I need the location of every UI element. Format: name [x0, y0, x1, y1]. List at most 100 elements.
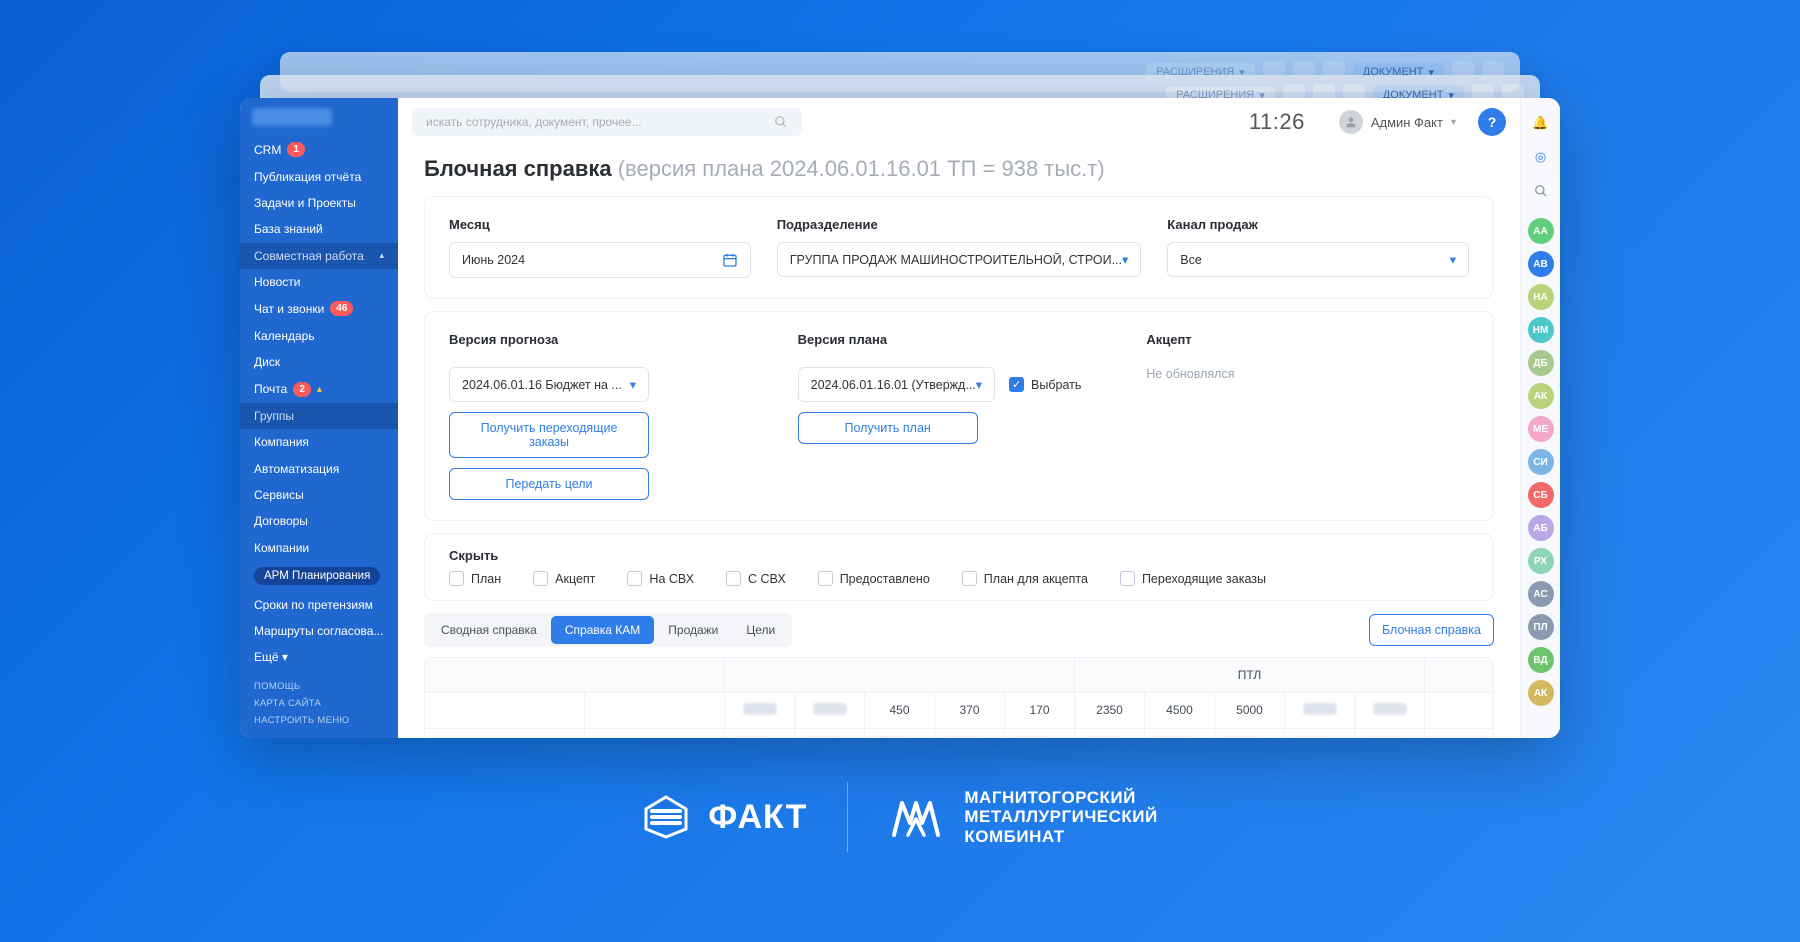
help-button[interactable]: ?: [1478, 108, 1506, 136]
main-window: CRM1Публикация отчётаЗадачи и ПроектыБаз…: [240, 98, 1560, 738]
sidebar-footer-link[interactable]: КАРТА САЙТА: [254, 698, 384, 709]
sidebar-item-9[interactable]: Почта2▴: [240, 375, 398, 402]
hide-opt-6[interactable]: Переходящие заказы: [1120, 571, 1266, 586]
sidebar-item-4[interactable]: Совместная работа▴: [240, 243, 398, 269]
sidebar-item-15[interactable]: Компании: [240, 535, 398, 561]
sidebar-item-8[interactable]: Диск: [240, 349, 398, 375]
sidebar-footer-link[interactable]: ПОМОЩЬ: [254, 681, 384, 692]
rail-avatar[interactable]: АК: [1528, 680, 1554, 706]
hide-opt-4[interactable]: Предоставлено: [818, 571, 930, 586]
rail-avatar[interactable]: АА: [1528, 218, 1554, 244]
plan-label: Версия плана: [798, 332, 1121, 347]
month-select[interactable]: Июнь 2024: [449, 242, 751, 278]
tab-3[interactable]: Цели: [732, 616, 789, 644]
col-header: 5000: [1215, 693, 1285, 728]
sidebar-item-5[interactable]: Новости: [240, 269, 398, 295]
get-plan-button[interactable]: Получить план: [798, 412, 978, 444]
hide-opt-0[interactable]: План: [449, 571, 501, 586]
col-header: 4500: [1145, 693, 1215, 728]
hide-opt-3[interactable]: С СВХ: [726, 571, 786, 586]
sidebar-item-10[interactable]: Группы: [240, 403, 398, 429]
send-goals-button[interactable]: Передать цели: [449, 468, 649, 500]
sidebar-item-2[interactable]: Задачи и Проекты: [240, 190, 398, 216]
plan-select[interactable]: 2024.06.01.16.01 (Утвержд... ▾: [798, 367, 995, 402]
sidebar-item-18[interactable]: Маршруты согласова...: [240, 618, 398, 644]
fact-logo-icon: [642, 793, 690, 841]
hide-opt-1[interactable]: Акцепт: [533, 571, 595, 586]
rail-notifications-icon[interactable]: 🔔: [1528, 110, 1554, 136]
sidebar-item-17[interactable]: Сроки по претензиям: [240, 591, 398, 617]
tab-0[interactable]: Сводная справка: [427, 616, 551, 644]
forecast-label: Версия прогноза: [449, 332, 772, 347]
sidebar-item-16[interactable]: АРМ Планирования: [240, 561, 398, 591]
calendar-icon: [722, 252, 738, 268]
avatar-icon: [1339, 110, 1363, 134]
rail-avatar[interactable]: ПЛ: [1528, 614, 1554, 640]
channel-label: Канал продаж: [1167, 217, 1469, 232]
forecast-select[interactable]: 2024.06.01.16 Бюджет на ... ▾: [449, 367, 649, 402]
sidebar-item-12[interactable]: Автоматизация: [240, 456, 398, 482]
hide-opt-2[interactable]: На СВХ: [627, 571, 694, 586]
sidebar-item-13[interactable]: Сервисы: [240, 482, 398, 508]
logo-blurred: [252, 108, 332, 126]
content-area: искать сотрудника, документ, прочее... 1…: [398, 98, 1560, 738]
sidebar-item-6[interactable]: Чат и звонки46: [240, 295, 398, 322]
sidebar-item-1[interactable]: Публикация отчёта: [240, 163, 398, 189]
sidebar: CRM1Публикация отчётаЗадачи и ПроектыБаз…: [240, 98, 398, 738]
rail-search-icon[interactable]: [1528, 178, 1554, 204]
filters-card-2: Версия прогноза 2024.06.01.16 Бюджет на …: [424, 311, 1494, 521]
chevron-down-icon: ▾: [1450, 252, 1456, 267]
tab-2[interactable]: Продажи: [654, 616, 732, 644]
rail-avatar[interactable]: НМ: [1528, 317, 1554, 343]
rail-target-icon[interactable]: ◎: [1528, 144, 1554, 170]
rail-avatar[interactable]: АК: [1528, 383, 1554, 409]
rail-avatar[interactable]: АС: [1528, 581, 1554, 607]
hide-card: Скрыть ПланАкцептНа СВХС СВХПредоставлен…: [424, 533, 1494, 601]
sidebar-item-7[interactable]: Календарь: [240, 323, 398, 349]
fact-brand-text: ФАКТ: [708, 798, 807, 837]
mmk-brand-text: МАГНИТОГОРСКИЙ МЕТАЛЛУРГИЧЕСКИЙ КОМБИНАТ: [964, 788, 1157, 847]
select-checkbox[interactable]: ✓Выбрать: [1009, 377, 1081, 392]
rail-avatar[interactable]: СИ: [1528, 449, 1554, 475]
page-title: Блочная справка (версия плана 2024.06.01…: [424, 156, 1494, 182]
sidebar-item-3[interactable]: База знаний: [240, 216, 398, 242]
data-table: ПТЛ 450370170235045005000 Каналы продажК…: [424, 657, 1494, 738]
rail-avatar[interactable]: РХ: [1528, 548, 1554, 574]
accept-value: Не обновлялся: [1146, 367, 1469, 381]
row-header: Категории прогноза: [585, 729, 725, 738]
sidebar-footer-link[interactable]: НАСТРОИТЬ МЕНЮ: [254, 715, 384, 726]
accept-label: Акцепт: [1146, 332, 1469, 347]
rail-avatar[interactable]: МЕ: [1528, 416, 1554, 442]
clock: 11:26: [1249, 109, 1305, 135]
mmk-logo-icon: [888, 789, 944, 845]
rail-avatar[interactable]: ВД: [1528, 647, 1554, 673]
filters-card-1: Месяц Июнь 2024 Подразделение ГРУППА ПРО…: [424, 196, 1494, 299]
dept-select[interactable]: ГРУППА ПРОДАЖ МАШИНОСТРОИТЕЛЬНОЙ, СТРОИ.…: [777, 242, 1142, 277]
dept-label: Подразделение: [777, 217, 1142, 232]
tabs-bar: Сводная справкаСправка КАМПродажиЦели Бл…: [424, 613, 1494, 647]
col-group-ptl: ПТЛ: [1075, 658, 1425, 692]
sidebar-item-14[interactable]: Договоры: [240, 508, 398, 534]
user-menu[interactable]: Админ Факт ▾: [1339, 110, 1456, 134]
col-header: 450: [865, 693, 935, 728]
chevron-down-icon: ▾: [1451, 117, 1456, 128]
rail-avatar[interactable]: ДБ: [1528, 350, 1554, 376]
rail-avatar[interactable]: СБ: [1528, 482, 1554, 508]
rail-avatar[interactable]: AB: [1528, 251, 1554, 277]
search-input[interactable]: искать сотрудника, документ, прочее...: [412, 108, 802, 136]
tab-1[interactable]: Справка КАМ: [551, 616, 654, 644]
col-header: 2350: [1075, 693, 1145, 728]
block-ref-button[interactable]: Блочная справка: [1369, 614, 1494, 646]
rail-avatar[interactable]: АБ: [1528, 515, 1554, 541]
sidebar-item-19[interactable]: Ещё ▾: [240, 644, 398, 670]
sidebar-item-0[interactable]: CRM1: [240, 136, 398, 163]
chevron-down-icon: ▾: [630, 377, 636, 392]
get-orders-button[interactable]: Получить переходящие заказы: [449, 412, 649, 458]
channel-select[interactable]: Все ▾: [1167, 242, 1469, 277]
month-label: Месяц: [449, 217, 751, 232]
hide-opt-5[interactable]: План для акцепта: [962, 571, 1088, 586]
sidebar-item-11[interactable]: Компания: [240, 429, 398, 455]
rail-avatar[interactable]: НА: [1528, 284, 1554, 310]
col-header: 170: [1005, 693, 1075, 728]
chevron-down-icon: ▾: [976, 377, 982, 392]
